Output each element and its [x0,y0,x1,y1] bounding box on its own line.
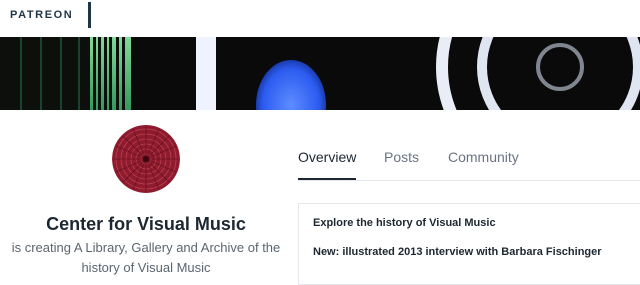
tab-posts[interactable]: Posts [384,149,419,165]
post-subtitle[interactable]: New: illustrated 2013 interview with Bar… [313,246,602,258]
cover-banner [0,37,640,110]
avatar-image [112,125,180,193]
creator-description: is creating A Library, Gallery and Archi… [11,240,281,275]
patreon-logo[interactable]: PATREON [10,9,73,21]
tabs-divider [298,180,640,181]
top-navigation-bar: PATREON [0,0,640,37]
creator-avatar[interactable] [112,125,180,193]
post-card[interactable]: Explore the history of Visual Music New:… [298,203,640,285]
tab-community[interactable]: Community [448,149,519,165]
post-title[interactable]: Explore the history of Visual Music [313,217,496,229]
tab-overview[interactable]: Overview [298,149,356,165]
visual-music-banner-image [0,37,640,110]
creator-name: Center for Visual Music [46,214,246,234]
profile-tabs: Overview Posts Community [298,146,640,180]
logo-divider [88,2,91,28]
